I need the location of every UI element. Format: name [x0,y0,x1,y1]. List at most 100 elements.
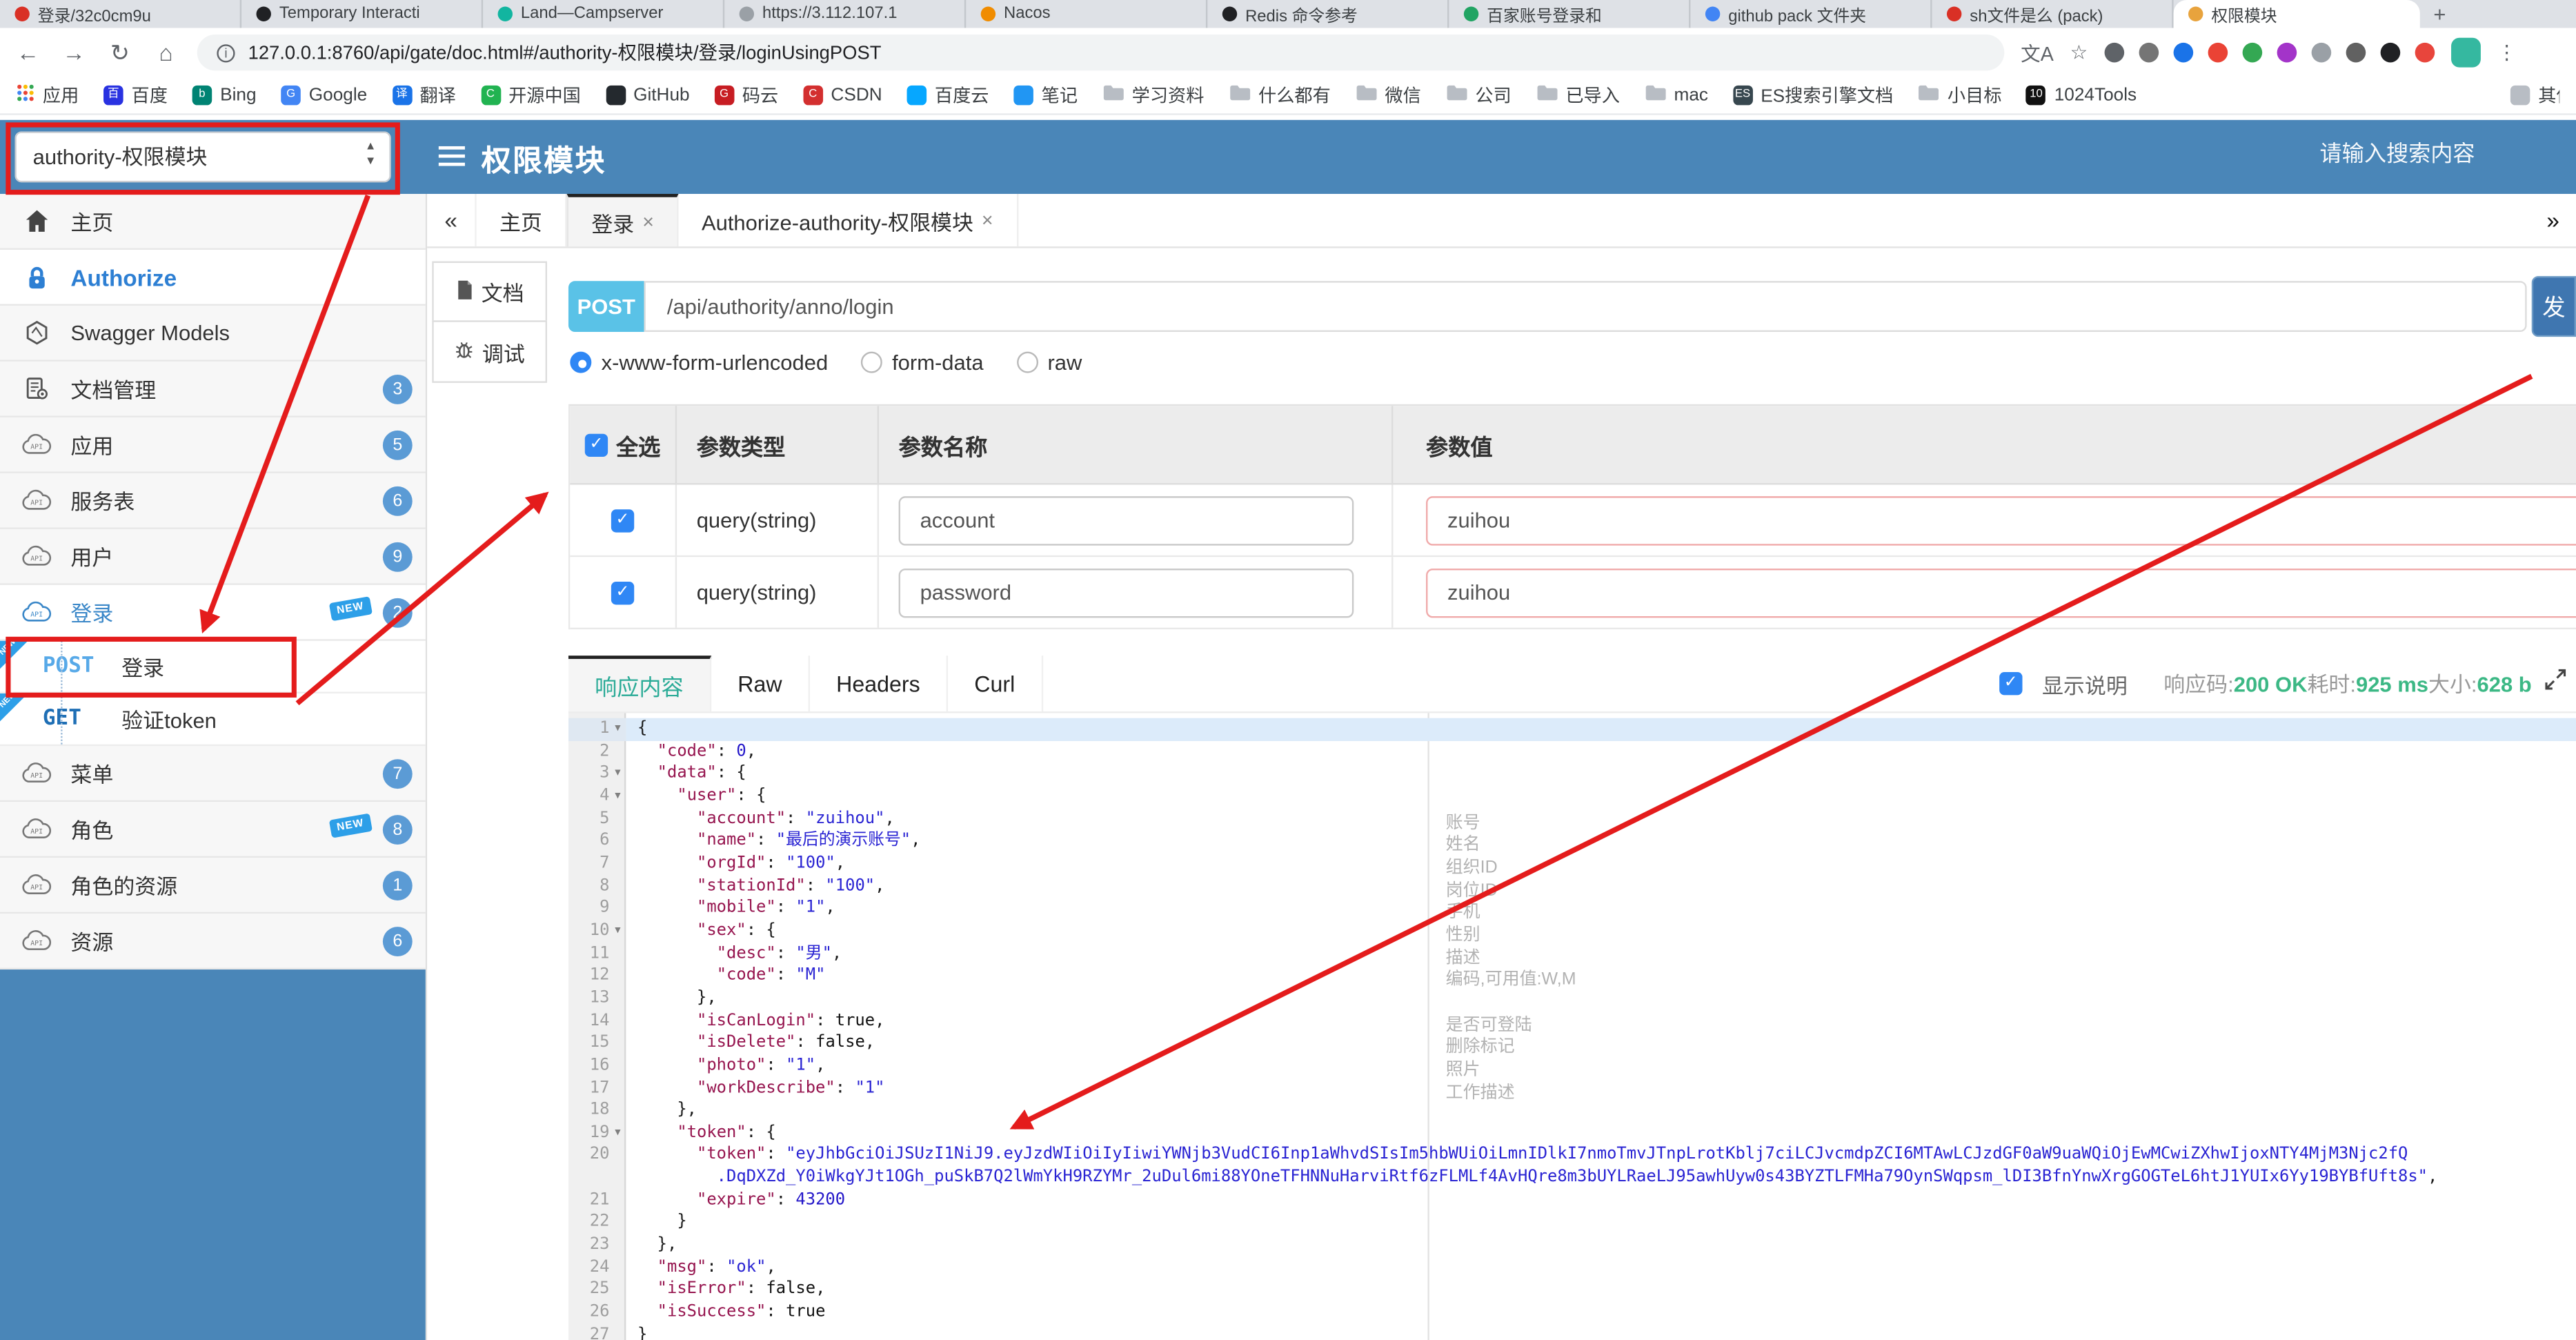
close-tab-icon[interactable]: × [642,210,654,233]
response-tab-响应内容[interactable]: 响应内容 [568,656,712,712]
sidebar-item-服务表[interactable]: API 服务表 6 [0,473,426,529]
bookmark-item[interactable]: b Bing [192,85,257,106]
browser-tab[interactable]: Temporary Interacti [241,0,484,28]
extension-icon[interactable] [2415,42,2435,63]
bookmark-item[interactable]: 什么都有 [1229,82,1331,108]
bookmark-item[interactable]: 学习资料 [1102,82,1204,108]
translate-icon[interactable]: 文A [2021,39,2054,66]
bookmark-item[interactable]: 百百度 [103,82,168,108]
reload-icon[interactable]: ↻ [105,39,135,66]
collapse-tabs-icon[interactable]: « [427,194,477,247]
select-all-checkbox[interactable]: ✓ [584,433,608,456]
response-tab-Headers[interactable]: Headers [810,656,949,712]
fold-arrow-icon[interactable]: ▾ [609,920,626,943]
browser-tab[interactable]: 登录/32c0cm9u [0,0,242,28]
bookmark-item[interactable]: 公司 [1445,82,1512,108]
browser-tab[interactable]: sh文件是么 (pack) [1932,0,2174,28]
expand-tabs-icon[interactable]: » [2530,194,2576,246]
extension-icon[interactable] [2242,42,2262,63]
sidebar-item-资源[interactable]: API 资源 6 [0,914,426,970]
sidebar-item-应用[interactable]: API 应用 5 [0,417,426,473]
home-icon[interactable]: ⌂ [151,39,181,66]
doc-tab-主页[interactable]: 主页 [477,194,567,247]
radio-icon[interactable] [860,351,882,373]
extension-icon[interactable] [2380,42,2400,63]
back-icon[interactable]: ← [13,39,43,66]
extension-icon[interactable] [2139,42,2159,63]
param-checkbox[interactable]: ✓ [611,509,635,532]
sidebar-item-Swagger Models[interactable]: Swagger Models [0,305,426,362]
profile-avatar[interactable] [2450,37,2481,68]
fold-arrow-icon[interactable]: ▾ [609,1122,626,1145]
bookmark-item[interactable]: 小目标 [1918,82,2002,108]
bookmark-item[interactable]: 百度云 [906,82,989,108]
extension-icon[interactable] [2173,42,2193,63]
body-type-option[interactable]: form-data [860,350,984,375]
sidebar-operation-post[interactable]: NEW POST 登录 [0,637,426,693]
bookmark-item[interactable]: mac [1645,83,1708,106]
bookmark-item[interactable]: G 码云 [714,82,778,108]
bookmark-item[interactable]: 应用 [17,82,79,108]
browser-tab[interactable]: 百家账号登录和 [1449,0,1691,28]
sidebar-operation-get[interactable]: NEW GET 验证token [0,690,426,747]
bookmark-item[interactable]: 微信 [1356,82,1421,108]
bookmark-item[interactable]: 10 1024Tools [2026,85,2137,106]
response-tab-Curl[interactable]: Curl [948,656,1043,712]
sidebar-item-用户[interactable]: API 用户 9 [0,529,426,585]
browser-tab[interactable]: 权限模块 [2173,0,2420,28]
radio-icon[interactable] [570,351,592,373]
expand-response-icon[interactable] [2545,669,2566,698]
param-value-input[interactable] [1426,495,2576,545]
browser-tab[interactable]: https://3.112.107.1 [724,0,967,28]
fold-arrow-icon[interactable]: ▾ [609,785,626,808]
bookmark-item[interactable]: 已导入 [1536,82,1620,108]
browser-tab[interactable]: Redis 命令参考 [1207,0,1449,28]
response-body-editor[interactable]: 1 ▾{2 "code": 0, 3 ▾ "data": {4 ▾ "user": {5… [568,713,2576,1340]
bookmark-item[interactable]: C 开源中国 [480,82,581,108]
extension-icon[interactable] [2346,42,2366,63]
fold-arrow-icon[interactable]: ▾ [609,718,626,741]
sidebar-item-菜单[interactable]: API 菜单 7 [0,746,426,802]
bookmark-item[interactable]: G Google [281,85,367,106]
show-desc-checkbox[interactable]: ✓ [1999,671,2023,696]
param-value-input[interactable] [1426,567,2576,618]
bookmark-item[interactable]: C CSDN [802,85,882,106]
sidebar-item-角色[interactable]: API 角色 NEW 8 [0,802,426,858]
menu-toggle-icon[interactable] [438,146,465,171]
forward-icon[interactable]: → [59,39,89,66]
doc-tab-登录[interactable]: 登录 × [566,194,679,247]
sidebar-item-角色的资源[interactable]: API 角色的资源 1 [0,858,426,914]
sidebar-item-登录[interactable]: API 登录 NEW 2 [0,584,426,641]
bookmark-item[interactable]: GitHub [605,85,690,106]
radio-icon[interactable] [1016,351,1038,373]
body-type-option[interactable]: x-www-form-urlencoded [570,350,828,375]
param-name-input[interactable] [898,495,1354,545]
new-tab-button[interactable]: + [2420,0,2459,28]
module-select[interactable]: authority-权限模块 ▲ ▼ [14,131,391,183]
browser-tab[interactable]: github pack 文件夹 [1690,0,1932,28]
extension-icon[interactable] [2311,42,2331,63]
tab-document[interactable]: 文档 [432,261,548,322]
browser-menu-icon[interactable]: ⋮ [2497,41,2517,64]
send-button[interactable]: 发 [2531,276,2576,337]
body-type-option[interactable]: raw [1016,350,1082,375]
search-input[interactable] [2316,139,2514,168]
bookmark-star-icon[interactable]: ☆ [2070,41,2088,64]
doc-tab-Authorize-authority-权限模块[interactable]: Authorize-authority-权限模块 × [679,194,1018,247]
tab-debug[interactable]: 调试 [432,320,548,383]
browser-tab[interactable]: Land—Campserver [483,0,725,28]
sidebar-item-文档管理[interactable]: 文档管理 3 [0,361,426,417]
other-bookmarks-folder[interactable]: 其他书签 [2510,82,2559,108]
sidebar-item-Authorize[interactable]: Authorize [0,249,426,306]
api-path-input[interactable] [644,281,2527,333]
sidebar-item-主页[interactable]: 主页 [0,194,426,250]
fold-arrow-icon[interactable]: ▾ [609,763,626,786]
response-tab-Raw[interactable]: Raw [711,656,811,712]
browser-tab[interactable]: Nacos [966,0,1208,28]
bookmark-item[interactable]: 译翻译 [392,82,456,108]
bookmark-item[interactable]: 笔记 [1013,82,1078,108]
param-checkbox[interactable]: ✓ [611,580,635,604]
close-tab-icon[interactable]: × [982,208,993,231]
extension-icon[interactable] [2277,42,2297,63]
extension-icon[interactable] [2208,42,2228,63]
